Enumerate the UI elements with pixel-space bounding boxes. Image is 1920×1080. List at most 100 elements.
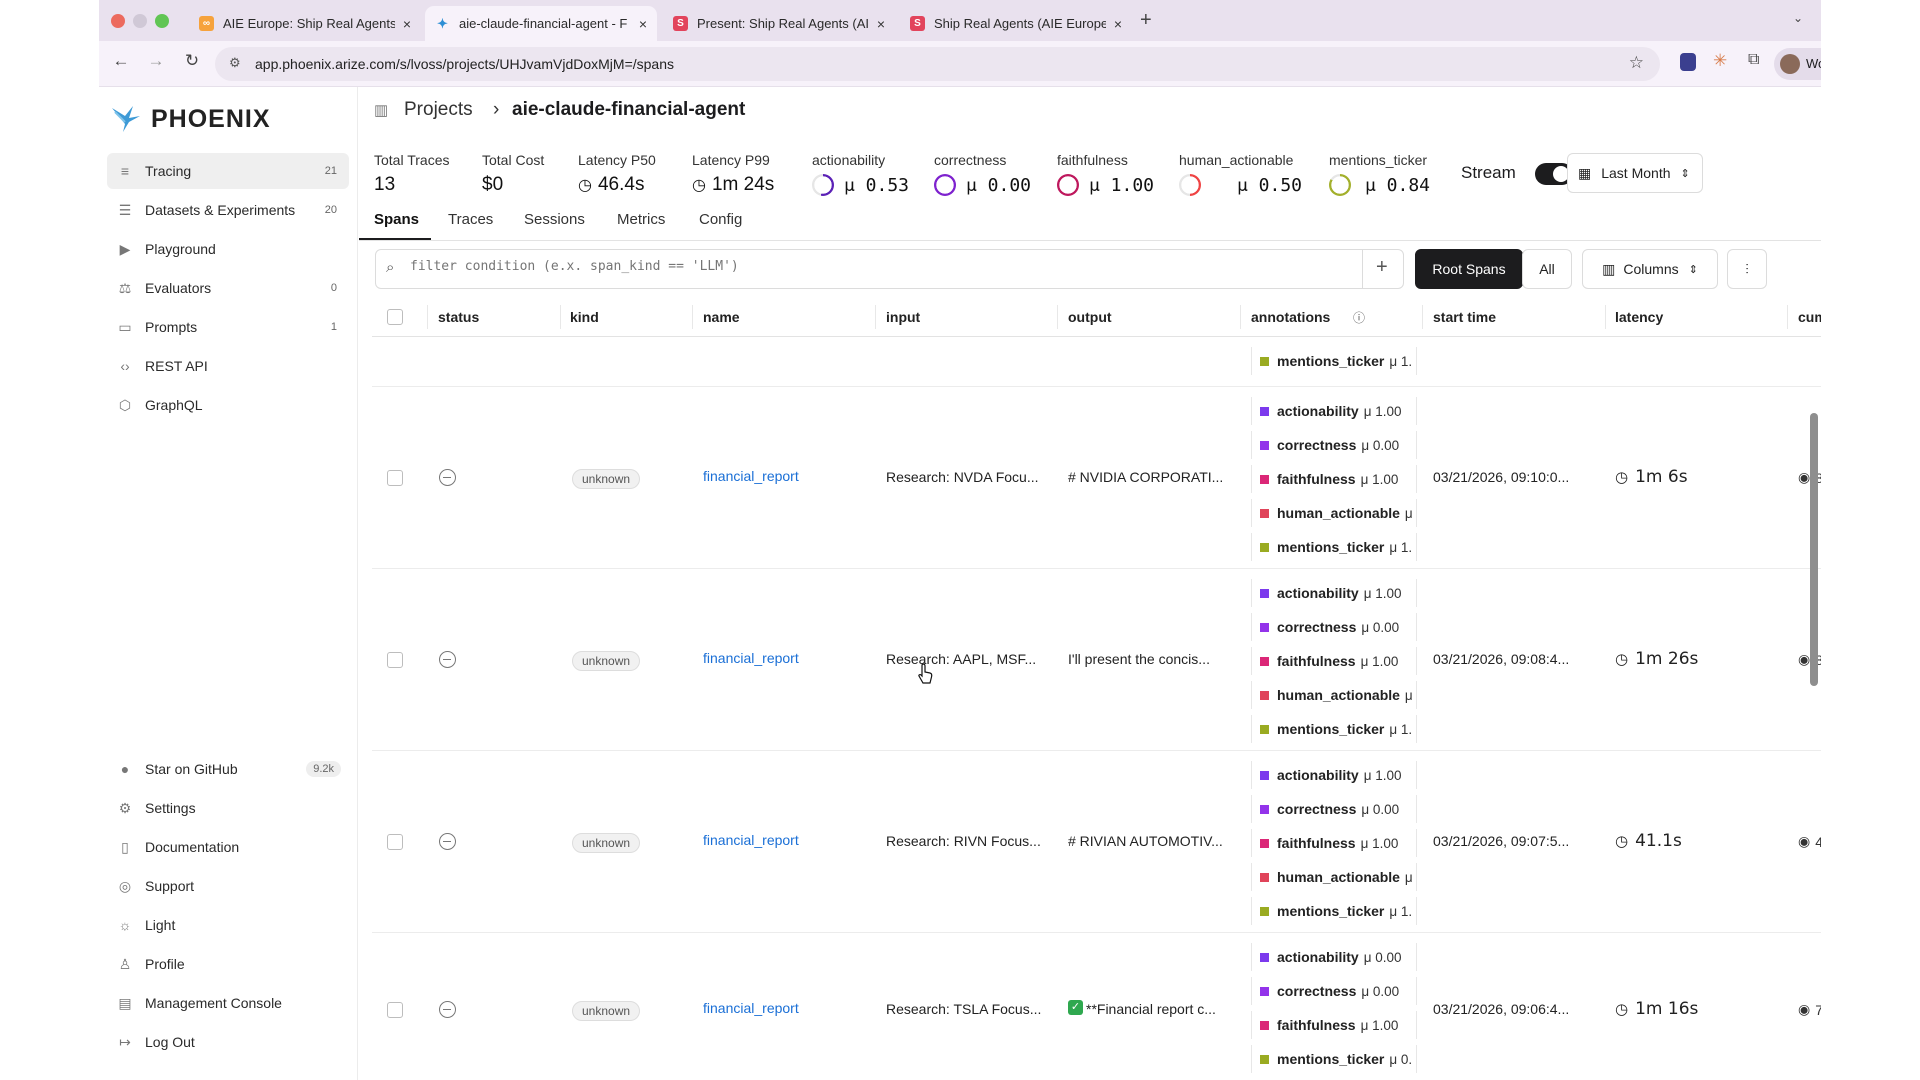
sidebar-item-support[interactable]: ◎ Support [107, 868, 349, 904]
row-checkbox[interactable] [387, 652, 403, 668]
annotation-chip[interactable]: faithfulness μ 1.00 [1251, 1011, 1417, 1039]
annotation-chip[interactable]: mentions_ticker μ 1. [1251, 897, 1417, 925]
root-spans-button[interactable]: Root Spans [1415, 249, 1523, 289]
span-output-cell[interactable]: # NVIDIA CORPORATI... [1068, 469, 1233, 485]
select-all-checkbox[interactable] [387, 309, 403, 325]
sidebar-toggle-icon[interactable]: ▥ [374, 101, 388, 119]
close-tab-icon[interactable]: × [1114, 16, 1122, 32]
annotation-chip[interactable]: mentions_ticker μ 1. [1251, 715, 1417, 743]
annotation-chip[interactable]: faithfulness μ 1.00 [1251, 647, 1417, 675]
column-header-status[interactable]: status [438, 309, 479, 325]
sidebar-item-management-console[interactable]: ▤ Management Console [107, 985, 349, 1021]
annotation-chip[interactable]: actionability μ 1.00 [1251, 397, 1417, 425]
column-header-kind[interactable]: kind [570, 309, 599, 325]
tab-traces[interactable]: Traces [448, 211, 493, 228]
row-checkbox[interactable] [387, 470, 403, 486]
minimize-window-button[interactable] [133, 14, 147, 28]
info-circle-icon[interactable]: ⓘ [1353, 309, 1365, 326]
extensions-puzzle-icon[interactable]: ⧉ [1748, 51, 1759, 69]
sidebar-item-graphql[interactable]: ⬡ GraphQL [107, 387, 349, 423]
browser-tab-1[interactable]: ∞ AIE Europe: Ship Real Agents × [189, 6, 421, 41]
annotation-chip[interactable]: faithfulness μ 1.00 [1251, 465, 1417, 493]
close-tab-icon[interactable]: × [403, 16, 411, 32]
sidebar-item-documentation[interactable]: ▯ Documentation [107, 829, 349, 865]
span-output-cell[interactable]: **Financial report c... [1086, 1001, 1236, 1017]
table-settings-button[interactable]: ⫶ [1727, 249, 1767, 289]
span-input-cell[interactable]: Research: RIVN Focus... [886, 833, 1046, 849]
span-name-link[interactable]: financial_report [703, 1000, 799, 1016]
browser-tab-2[interactable]: ✦ aie-claude-financial-agent - F × [425, 6, 657, 41]
sidebar-item-settings[interactable]: ⚙ Settings [107, 790, 349, 826]
sidebar-item-logout[interactable]: ↦ Log Out [107, 1024, 349, 1060]
close-tab-icon[interactable]: × [639, 16, 647, 32]
annotation-chip[interactable]: correctness μ 0.00 [1251, 977, 1417, 1005]
span-name-link[interactable]: financial_report [703, 650, 799, 666]
tab-search-chevron-icon[interactable]: ⌄ [1793, 11, 1803, 25]
span-input-cell[interactable]: Research: NVDA Focu... [886, 469, 1046, 485]
table-row[interactable]: unknown financial_report Research: TSLA Fo… [372, 933, 1821, 1080]
sidebar-item-light[interactable]: ☼ Light [107, 907, 349, 943]
tab-config[interactable]: Config [699, 211, 742, 228]
bookmark-star-icon[interactable]: ☆ [1629, 53, 1644, 73]
column-header-latency[interactable]: latency [1615, 309, 1663, 325]
time-range-select[interactable]: ▦ Last Month ⇕ [1567, 153, 1703, 193]
column-header-name[interactable]: name [703, 309, 740, 325]
extension-icon[interactable] [1680, 53, 1696, 71]
span-output-cell[interactable]: # RIVIAN AUTOMOTIV... [1068, 833, 1233, 849]
sidebar-item-datasets[interactable]: ☰ Datasets & Experiments 20 [107, 192, 349, 228]
span-name-link[interactable]: financial_report [703, 468, 799, 484]
annotation-chip[interactable]: mentions_ticker μ 1. [1251, 533, 1417, 561]
phoenix-logo-icon[interactable] [109, 102, 143, 136]
column-header-output[interactable]: output [1068, 309, 1112, 325]
annotation-chip[interactable]: human_actionable μ [1251, 863, 1417, 891]
tab-sessions[interactable]: Sessions [524, 211, 585, 228]
row-checkbox[interactable] [387, 1002, 403, 1018]
close-tab-icon[interactable]: × [877, 16, 885, 32]
zoom-window-button[interactable] [155, 14, 169, 28]
filter-condition-field[interactable]: ⌕ + [375, 249, 1404, 289]
annotation-chip[interactable]: faithfulness μ 1.00 [1251, 829, 1417, 857]
annotation-chip[interactable]: correctness μ 0.00 [1251, 431, 1417, 459]
annotation-chip[interactable]: human_actionable μ 0 [1251, 681, 1417, 709]
column-header-start-time[interactable]: start time [1433, 309, 1496, 325]
site-settings-icon[interactable]: ⚙ [229, 55, 241, 71]
span-input-cell[interactable]: Research: AAPL, MSF... [886, 651, 1046, 667]
close-window-button[interactable] [111, 14, 125, 28]
column-header-annotations[interactable]: annotations [1251, 309, 1330, 325]
sidebar-item-rest-api[interactable]: ‹› REST API [107, 348, 349, 384]
table-row[interactable]: unknown financial_report Research: AAPL, M… [372, 569, 1821, 751]
span-output-cell[interactable]: I'll present the concis... [1068, 651, 1233, 667]
table-row[interactable]: unknown financial_report Research: RIVN Fo… [372, 751, 1821, 933]
column-header-cumulative-tokens[interactable]: cumula [1798, 309, 1821, 325]
tab-metrics[interactable]: Metrics [617, 211, 665, 228]
sidebar-item-github[interactable]: ● Star on GitHub 9.2k [107, 751, 349, 787]
breadcrumb-projects[interactable]: Projects [404, 99, 473, 121]
annotation-chip[interactable]: actionability μ 0.00 [1251, 943, 1417, 971]
filter-input[interactable] [410, 259, 1310, 274]
columns-button[interactable]: ▥ Columns ⇕ [1582, 249, 1718, 289]
span-input-cell[interactable]: Research: TSLA Focus... [886, 1001, 1046, 1017]
new-tab-button[interactable]: + [1140, 9, 1152, 32]
profile-button[interactable]: Work [1774, 48, 1821, 80]
annotation-chip[interactable]: actionability μ 1.00 [1251, 579, 1417, 607]
browser-tab-3[interactable]: S Present: Ship Real Agents (AI × [663, 6, 895, 41]
table-row-partial[interactable]: mentions_ticker μ 1. [372, 338, 1821, 387]
address-bar[interactable]: ⚙ app.phoenix.arize.com/s/lvoss/projects… [215, 47, 1660, 81]
annotation-chip[interactable]: correctness μ 0.00 [1251, 795, 1417, 823]
back-arrow-icon[interactable]: ← [109, 51, 133, 71]
sidebar-item-prompts[interactable]: ▭ Prompts 1 [107, 309, 349, 345]
add-filter-button[interactable]: + [1376, 256, 1388, 279]
sidebar-item-tracing[interactable]: ≡ Tracing 21 [107, 153, 349, 189]
claude-extension-icon[interactable]: ✳ [1713, 51, 1727, 71]
sidebar-item-playground[interactable]: ▶ Playground [107, 231, 349, 267]
annotation-chip[interactable]: mentions_ticker μ 0. [1251, 1045, 1417, 1073]
table-row[interactable]: unknown financial_report Research: NVDA Fo… [372, 387, 1821, 569]
table-scrollbar[interactable] [1810, 413, 1818, 686]
all-spans-button[interactable]: All [1522, 249, 1572, 289]
annotation-chip[interactable]: correctness μ 0.00 [1251, 613, 1417, 641]
span-name-link[interactable]: financial_report [703, 832, 799, 848]
tab-spans[interactable]: Spans [374, 211, 419, 228]
annotation-chip[interactable]: human_actionable μ 0 [1251, 499, 1417, 527]
reload-icon[interactable]: ↻ [180, 51, 204, 71]
column-header-input[interactable]: input [886, 309, 920, 325]
